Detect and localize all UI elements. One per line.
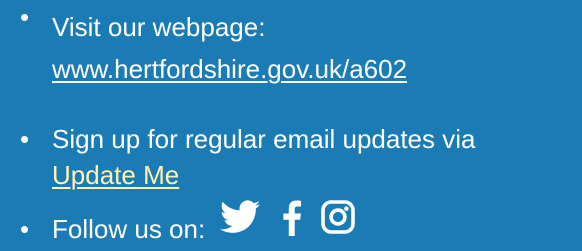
webpage-link[interactable]: www.hertfordshire.gov.uk/a602 — [52, 52, 407, 86]
bullet: • — [20, 214, 30, 244]
update-me-link[interactable]: Update Me — [52, 158, 179, 192]
info-panel: • Visit our webpage: www.hertfordshire.g… — [0, 0, 582, 251]
twitter-icon[interactable] — [220, 200, 260, 234]
instagram-icon[interactable] — [320, 199, 356, 235]
webpage-label: Visit our webpage: — [52, 12, 266, 42]
email-updates-label: Sign up for regular email updates via — [52, 124, 476, 154]
follow-label: Follow us on: — [52, 214, 206, 244]
facebook-icon[interactable] — [282, 200, 302, 236]
bullet: • — [20, 124, 30, 154]
bullet: • — [20, 2, 30, 32]
